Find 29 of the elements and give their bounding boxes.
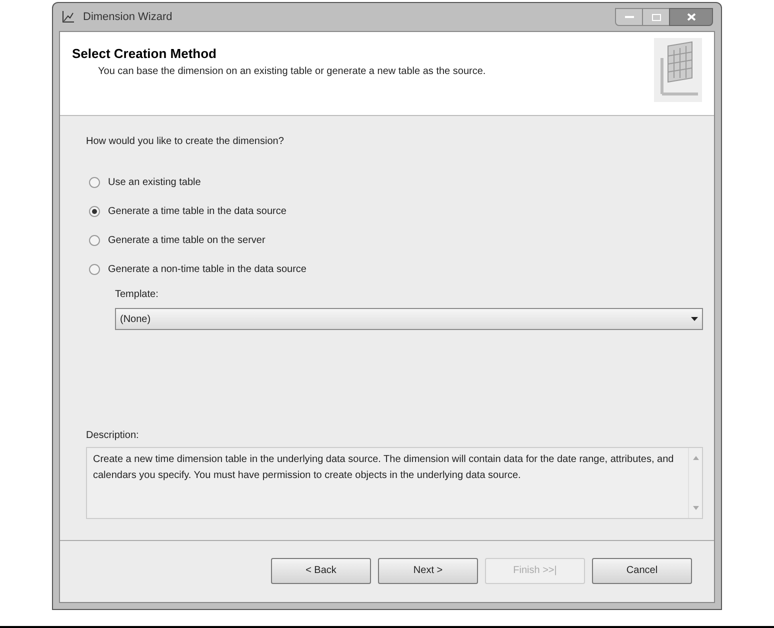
radio-button[interactable] (89, 206, 100, 217)
radio-button[interactable] (89, 235, 100, 246)
chart-axes-icon (61, 10, 75, 24)
radio-button[interactable] (89, 264, 100, 275)
template-dropdown[interactable]: (None) (115, 308, 703, 330)
close-button[interactable] (669, 8, 713, 26)
window-title: Dimension Wizard (83, 10, 172, 25)
page-subtitle: You can base the dimension on an existing table or generate a new table as the source. (97, 64, 487, 78)
option-label[interactable]: Use an existing table (108, 175, 201, 190)
close-icon (686, 13, 696, 21)
dropdown-arrow-icon (691, 317, 698, 321)
scroll-down-icon[interactable] (692, 506, 698, 510)
option-label[interactable]: Generate a time table on the server (108, 233, 266, 248)
description-box: Create a new time dimension table in the underlying data source. The dimension will contain data for the date range, attributes, and calendars you specify. You must have permission to create objects in the underlying data source. (86, 447, 703, 519)
page-title: Select Creation Method (72, 45, 218, 63)
scrollbar[interactable] (688, 448, 702, 518)
wizard-button[interactable]: < Back (271, 558, 371, 584)
minimize-button[interactable] (615, 8, 643, 26)
maximize-button[interactable] (643, 8, 669, 26)
option-label[interactable]: Generate a time table in the data source (108, 204, 286, 219)
wizard-button[interactable]: Next > (378, 558, 478, 584)
description-label: Description: (86, 429, 140, 443)
option-label[interactable]: Generate a non-time table in the data source (108, 262, 306, 277)
dimension-cube-icon (654, 38, 702, 102)
wizard-button[interactable]: Cancel (592, 558, 692, 584)
radio-button[interactable] (89, 177, 100, 188)
question-label: How would you like to create the dimension? (86, 135, 285, 149)
scroll-up-icon[interactable] (692, 456, 698, 460)
template-label: Template: (115, 288, 160, 302)
